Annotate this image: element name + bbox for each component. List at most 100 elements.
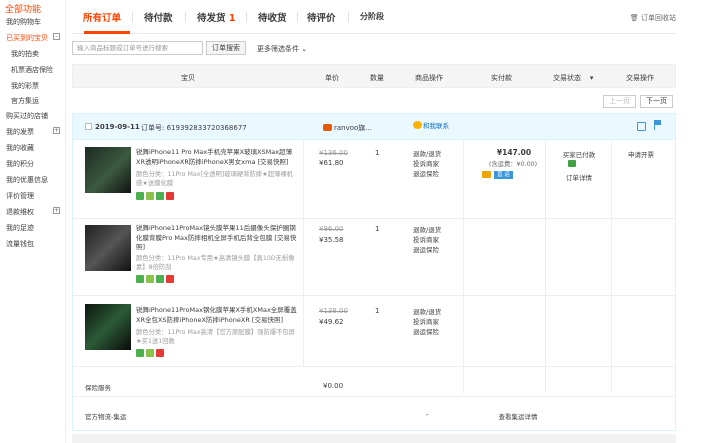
search-input[interactable]: 输入商品标题或订单号进行搜索 <box>72 41 203 55</box>
order-tabs: 所有订单 待付款 待发货 1 待收货 待评价 分阶段 🗑 订单回收站 <box>72 0 676 34</box>
next-page-button[interactable]: 下一页 <box>640 95 673 108</box>
tab-divider <box>132 12 133 22</box>
shipping-fee: (含运费：¥0.00) <box>488 161 538 168</box>
sidebar-item-consolidation[interactable]: 官方集运 <box>11 96 39 106</box>
shop-icon <box>323 124 332 131</box>
service-icons <box>136 275 176 283</box>
product-attributes: 颜色分类：11Pro Max[全透明]玻璃硬背防摔★超薄裸机感★送膜化膜 <box>136 171 293 187</box>
tab-all-orders[interactable]: 所有订单 <box>83 10 121 24</box>
product-attributes: 颜色分类：11Pro Max专用★高清镜头膜【真10D无损像素】8倍防刮 <box>136 255 295 271</box>
product-title-link[interactable]: 锐舞iPhone11ProMax钢化膜苹果X手机XMax全屏覆盖XR全包XS防摔… <box>136 306 298 325</box>
expand-icon[interactable]: + <box>53 207 60 214</box>
search-button[interactable]: 订单搜索 <box>206 41 246 55</box>
sidebar-item-favorites[interactable]: 我的收藏 <box>6 143 34 153</box>
refund-link[interactable]: 退款/退货 <box>413 149 441 159</box>
tab-divider <box>297 12 298 22</box>
col-actions: 交易操作 <box>626 74 654 82</box>
pay-method-badge: 直 运 <box>494 171 513 179</box>
return-insurance-link[interactable]: 退运保险 <box>413 169 441 179</box>
tab-pending-payment[interactable]: 待付款 <box>144 10 173 24</box>
order-number: 订单号: 619392833720368677 <box>141 124 247 132</box>
unit-price: ¥35.58 <box>319 236 344 244</box>
more-filters-link[interactable]: 更多筛选条件 ⌄ <box>257 44 307 54</box>
col-status-filter[interactable]: 交易状态 ▾ <box>553 73 593 83</box>
original-price: ¥138.00 <box>319 307 348 315</box>
apply-invoice-link[interactable]: 申请开票 <box>616 149 666 159</box>
share-icon[interactable] <box>637 122 646 131</box>
flag-icon[interactable] <box>654 120 662 130</box>
order-detail-link[interactable]: 订单详情 <box>551 172 607 182</box>
sidebar-item-data-wallet[interactable]: 流量钱包 <box>6 239 34 249</box>
return-insurance-link[interactable]: 退运保险 <box>413 327 441 337</box>
complain-link[interactable]: 投诉商家 <box>413 235 441 245</box>
contact-seller-button[interactable]: 和我联系 <box>410 121 452 132</box>
col-price: 单价 <box>325 74 339 82</box>
recycle-bin-link[interactable]: 🗑 订单回收站 <box>630 13 676 23</box>
order-card: 2019-09-11 订单号: 619392833720368677 ranvo… <box>72 113 676 431</box>
chevron-down-icon: ⌄ <box>301 45 308 53</box>
item-quantity: 1 <box>375 225 380 233</box>
complain-link[interactable]: 投诉商家 <box>413 159 441 169</box>
service-7day-icon <box>136 349 144 357</box>
item-quantity: 1 <box>375 149 380 157</box>
tab-pending-shipment[interactable]: 待发货 1 <box>197 10 235 24</box>
prev-page-button[interactable]: 上一页 <box>603 95 636 108</box>
item-ops: 退款/退货 投诉商家 退运保险 <box>413 225 441 255</box>
unit-price: ¥61.80 <box>319 159 344 167</box>
payment-card-icon <box>482 171 491 178</box>
tab-pending-review[interactable]: 待评价 <box>307 10 336 24</box>
service-icons <box>136 192 176 200</box>
sidebar-item-reviews[interactable]: 评价管理 <box>6 191 34 201</box>
sidebar-item-shops[interactable]: 购买过的店铺 <box>6 111 48 121</box>
sidebar-item-refunds[interactable]: 退款维权 <box>6 207 34 217</box>
service-guarantee-icon <box>146 275 154 283</box>
service-authentic-icon <box>156 275 164 283</box>
sidebar-item-invoice[interactable]: 我的发票 <box>6 127 34 137</box>
sidebar-item-cart[interactable]: 我的购物车 <box>6 17 41 27</box>
product-thumbnail[interactable] <box>85 225 131 271</box>
logistics-price: - <box>426 411 429 419</box>
sidebar-item-bought[interactable]: 已买到的宝贝 <box>6 33 48 43</box>
tab-pending-receipt[interactable]: 待收货 <box>258 10 287 24</box>
logistics-detail-link[interactable]: 查看集运详情 <box>478 411 558 421</box>
insurance-price: ¥0.00 <box>323 382 344 390</box>
product-title-link[interactable]: 锐舞iPhone11 Pro Max手机壳苹果X玻璃XSMax超薄XR透明iPh… <box>136 148 298 167</box>
active-tab-underline <box>84 31 130 34</box>
sidebar-all-functions[interactable]: 全部功能 <box>5 2 41 15</box>
order-date: 2019-09-11 <box>95 123 140 131</box>
tab-count-badge: 1 <box>228 13 236 24</box>
product-title-link[interactable]: 锐舞iPhone11ProMax镜头膜苹果11后摄像头保护圈钢化膜背膜Pro M… <box>136 224 298 253</box>
product-thumbnail[interactable] <box>85 304 131 350</box>
expand-icon[interactable]: + <box>53 127 60 134</box>
order-status: 买家已付款 <box>562 151 596 159</box>
sidebar-item-lottery[interactable]: 我的彩票 <box>11 81 39 91</box>
sidebar-item-footprints[interactable]: 我的足迹 <box>6 223 34 233</box>
col-paid: 实付款 <box>491 74 512 82</box>
tab-label: 待发货 <box>197 13 226 24</box>
refund-link[interactable]: 退款/退货 <box>413 225 441 235</box>
order-checkbox[interactable] <box>85 123 92 130</box>
order-header: 2019-09-11 订单号: 619392833720368677 ranvo… <box>73 114 675 140</box>
order-total: ¥147.00 <box>496 148 532 157</box>
dropdown-arrow-icon: ▾ <box>589 74 594 82</box>
original-price: ¥136.00 <box>319 149 348 157</box>
tab-divider <box>246 12 247 22</box>
service-icons <box>136 349 166 357</box>
product-thumbnail[interactable] <box>85 147 131 193</box>
service-authentic-icon <box>156 192 164 200</box>
sidebar-item-points[interactable]: 我的积分 <box>6 159 34 169</box>
tab-staged[interactable]: 分阶段 <box>360 11 384 22</box>
col-item: 宝贝 <box>181 74 195 82</box>
sidebar-item-travel-insurance[interactable]: 机票酒店保险 <box>11 65 53 75</box>
refund-link[interactable]: 退款/退货 <box>413 307 441 317</box>
sidebar-item-coupons[interactable]: 我的优惠信息 <box>6 175 48 185</box>
service-shipping-icon <box>156 349 164 357</box>
page: 全部功能 我的购物车 已买到的宝贝 - 我的拍卖 机票酒店保险 我的彩票 官方集… <box>0 0 720 443</box>
shop-link[interactable]: ranvoo旗... <box>323 123 372 133</box>
return-insurance-link[interactable]: 退运保险 <box>413 245 441 255</box>
sidebar-item-auction[interactable]: 我的拍卖 <box>11 49 39 59</box>
tab-divider <box>185 12 186 22</box>
complain-link[interactable]: 投诉商家 <box>413 317 441 327</box>
wangwang-chat-icon <box>413 121 422 129</box>
collapse-icon[interactable]: - <box>53 33 60 40</box>
